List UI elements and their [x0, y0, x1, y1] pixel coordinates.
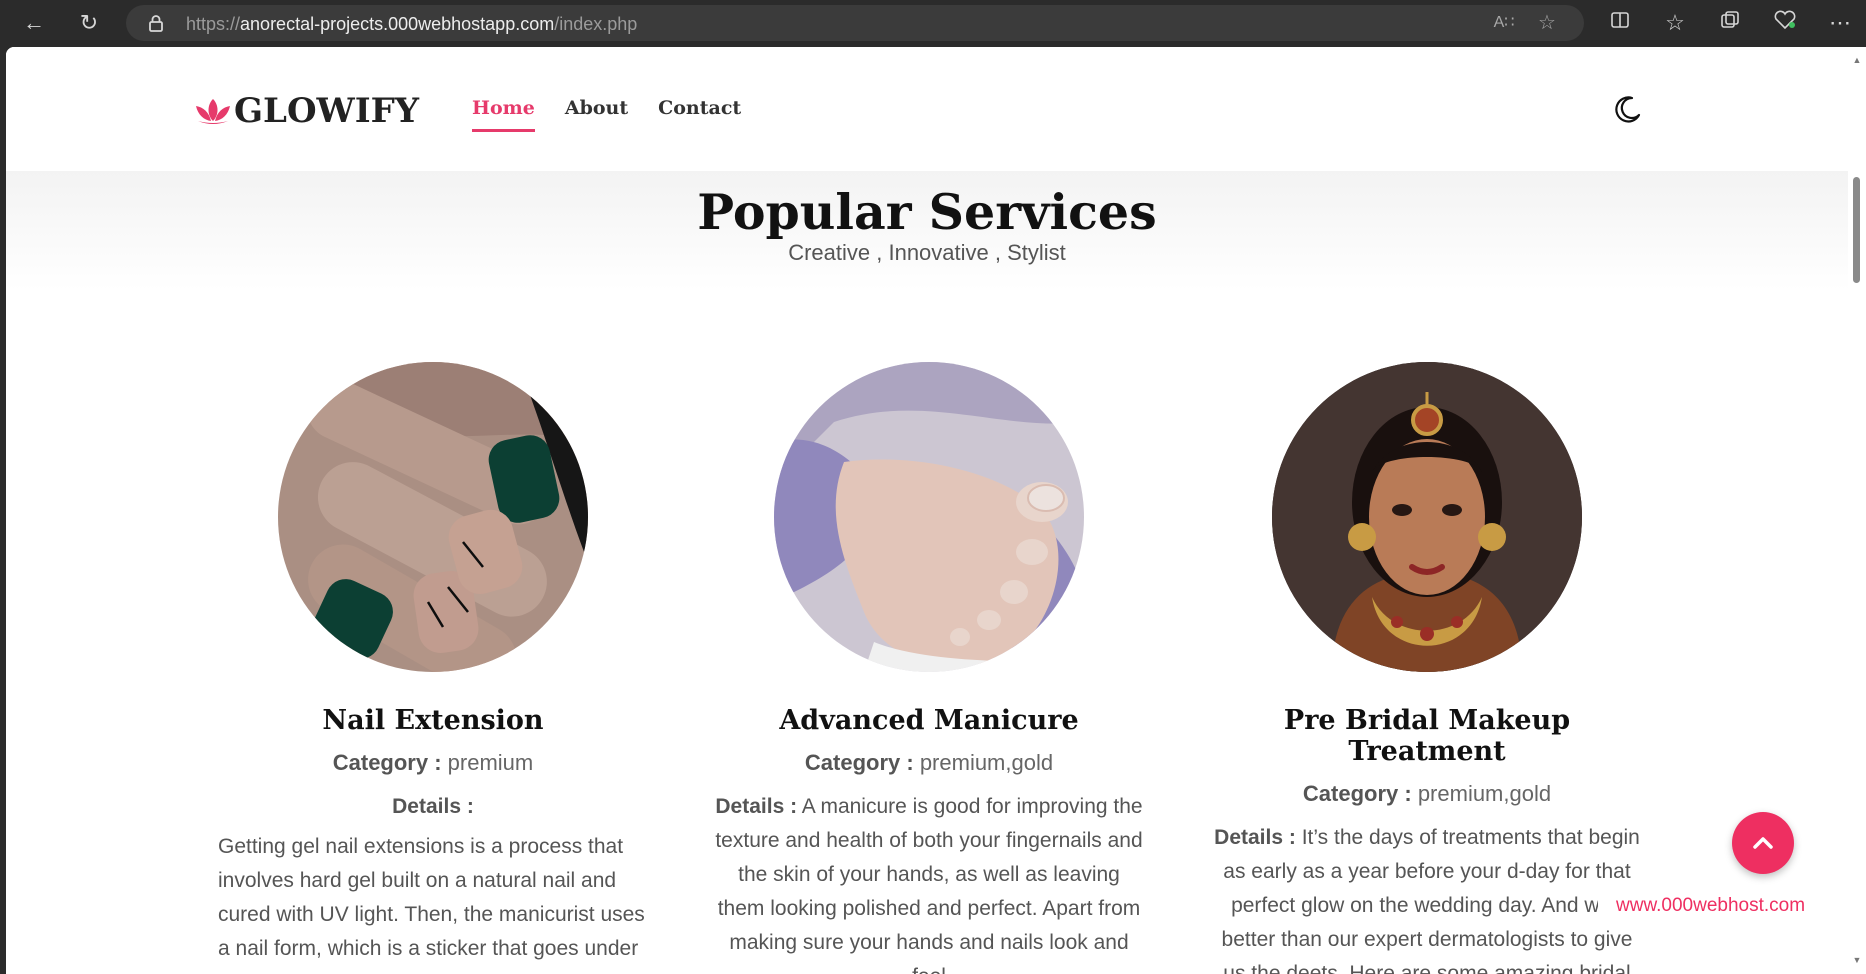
- service-category: Category : premium: [218, 750, 648, 776]
- service-details: Details : A manicure is good for improvi…: [714, 790, 1144, 974]
- nail-extension-image: [278, 362, 588, 672]
- scroll-down-arrow-icon[interactable]: ▼: [1851, 955, 1863, 965]
- service-card-advanced-manicure: Advanced Manicure Category : premium,gol…: [714, 362, 1144, 974]
- service-details: Details : It’s the days of treatments th…: [1212, 821, 1642, 974]
- brand-name: GLOWIFY: [234, 91, 420, 131]
- scrollbar-thumb[interactable]: [1853, 177, 1860, 283]
- details-text: A manicure is good for improving the tex…: [715, 795, 1143, 974]
- main-nav: Home About Contact: [472, 97, 741, 132]
- category-value: premium,gold: [913, 750, 1054, 775]
- collections-icon[interactable]: [1716, 9, 1744, 37]
- nav-about[interactable]: About: [565, 97, 628, 132]
- details-label: Details :: [392, 795, 474, 818]
- lotus-icon: [196, 99, 230, 124]
- category-value: premium,gold: [1411, 781, 1552, 806]
- read-aloud-icon[interactable]: A∷: [1492, 11, 1516, 35]
- nav-contact[interactable]: Contact: [658, 97, 741, 132]
- section-subtitle: Creative , Innovative , Stylist: [788, 240, 1066, 265]
- refresh-icon[interactable]: ↻: [75, 9, 103, 37]
- details-label: Details :: [1214, 826, 1296, 849]
- service-title: Advanced Manicure: [779, 705, 1079, 736]
- service-card-pre-bridal-makeup: Pre Bridal Makeup Treatment Category : p…: [1212, 362, 1642, 974]
- category-label: Category :: [804, 750, 914, 775]
- category-label: Category :: [1302, 781, 1412, 806]
- advanced-manicure-image: [774, 362, 1084, 672]
- split-screen-icon[interactable]: [1606, 9, 1634, 37]
- page-viewport: GLOWIFY Home About Contact Popular Servi…: [6, 47, 1848, 974]
- more-options-icon[interactable]: ⋯: [1826, 9, 1854, 37]
- scroll-up-arrow-icon[interactable]: ▲: [1851, 55, 1863, 65]
- url-host: anorectal-projects.000webhostapp.com: [240, 14, 555, 34]
- url-scheme: https://: [186, 14, 241, 34]
- address-bar[interactable]: https://anorectal-projects.000webhostapp…: [126, 5, 1584, 41]
- browser-essentials-icon[interactable]: [1771, 9, 1799, 37]
- nav-home[interactable]: Home: [472, 97, 535, 132]
- page-scrollbar[interactable]: ▲ ▼: [1848, 47, 1866, 974]
- back-to-top-button[interactable]: [1732, 812, 1794, 874]
- dark-mode-moon-icon[interactable]: [1610, 93, 1644, 127]
- service-card-nail-extension: Nail Extension Category : premium Detail…: [218, 362, 648, 966]
- service-title: Pre Bridal Makeup Treatment: [1283, 705, 1571, 767]
- favorite-star-icon[interactable]: ☆: [1535, 11, 1559, 35]
- category-value: premium: [441, 750, 534, 775]
- details-label: Details :: [715, 795, 798, 818]
- favorites-icon[interactable]: ☆: [1661, 9, 1689, 37]
- url-path: /index.php: [554, 14, 638, 34]
- site-header: GLOWIFY Home About Contact: [6, 47, 1848, 171]
- lock-icon[interactable]: [146, 13, 166, 33]
- service-details: Details : Getting gel nail extensions is …: [218, 790, 648, 966]
- category-label: Category :: [332, 750, 442, 775]
- chevron-up-icon: [1753, 837, 1773, 849]
- back-icon[interactable]: ←: [20, 9, 48, 37]
- service-title: Nail Extension: [322, 705, 544, 736]
- section-title: Popular Services: [697, 183, 1157, 241]
- webhost-banner-link[interactable]: www.000webhost.com: [1598, 895, 1806, 917]
- browser-toolbar: ← ↻ https://anorectal-projects.000webhos…: [0, 0, 1866, 46]
- pre-bridal-makeup-image: [1272, 362, 1582, 672]
- url-text[interactable]: https://anorectal-projects.000webhostapp…: [186, 14, 637, 35]
- details-text: Getting gel nail extensions is a process…: [218, 835, 645, 960]
- service-category: Category : premium,gold: [1212, 781, 1642, 807]
- site-logo[interactable]: GLOWIFY: [192, 91, 419, 131]
- service-category: Category : premium,gold: [714, 750, 1144, 776]
